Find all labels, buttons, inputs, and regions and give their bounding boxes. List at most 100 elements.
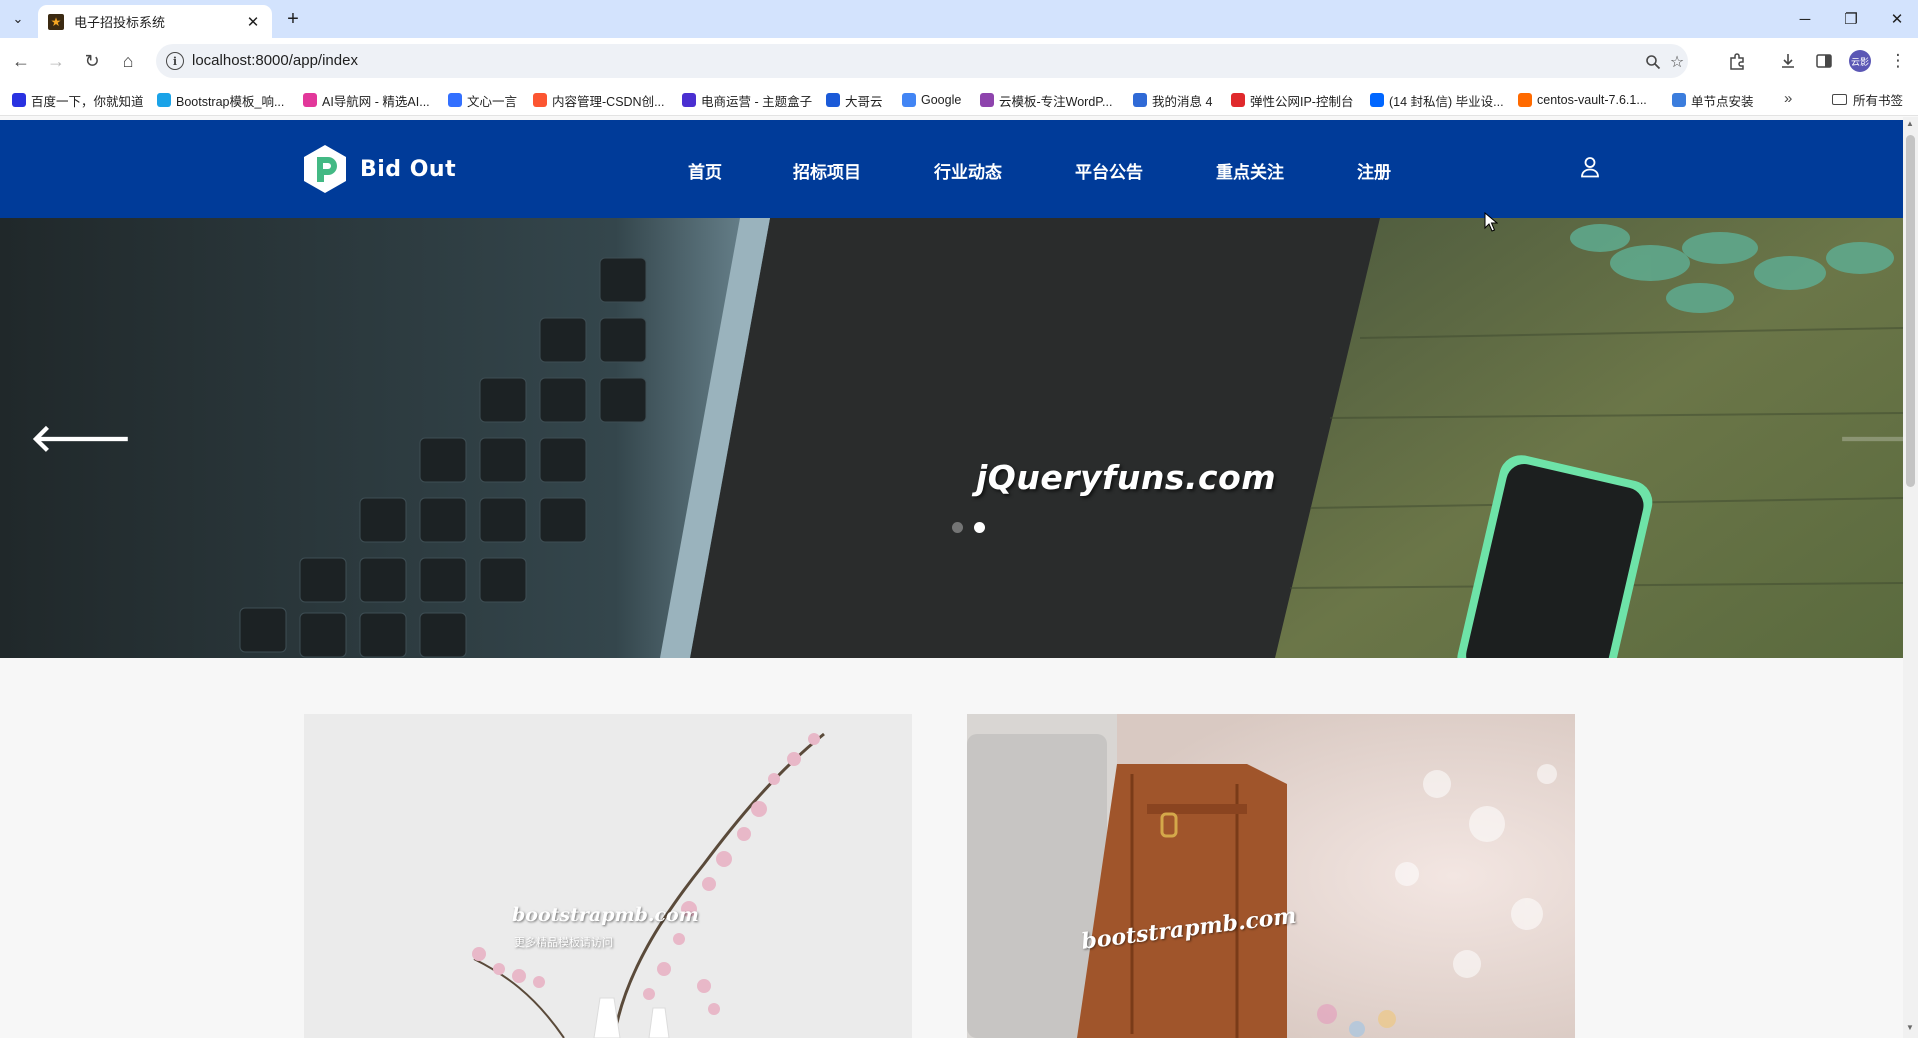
- bookmark-label: 云模板-专注WordP...: [999, 94, 1113, 109]
- bookmark-item[interactable]: 电商运营 - 主题盒子: [682, 90, 812, 110]
- baidu-icon: [12, 93, 26, 107]
- browser-toolbar: ← → ↻ ⌂ i localhost:8000/app/index ☆ 云影 …: [0, 38, 1918, 84]
- restore-button[interactable]: ❐: [1828, 0, 1874, 38]
- bookmark-label: 文心一言: [467, 94, 518, 109]
- wenxin-icon: [448, 93, 462, 107]
- zhihu-icon: [1370, 93, 1384, 107]
- bookmark-item[interactable]: 百度一下，你就知道: [12, 90, 144, 110]
- bookmark-item[interactable]: 文心一言: [448, 90, 517, 110]
- new-tab-button[interactable]: +: [280, 6, 306, 32]
- profile-avatar[interactable]: 云影: [1849, 50, 1871, 72]
- arrow-left-icon: ←: [12, 50, 30, 71]
- home-icon: ⌂: [122, 50, 134, 71]
- close-tab-icon[interactable]: ✕: [244, 13, 262, 31]
- carousel-next-icon[interactable]: 🡒: [1838, 420, 1903, 458]
- bookmark-label: centos-vault-7.6.1...: [1537, 93, 1647, 107]
- bookmark-item[interactable]: 我的消息 4: [1133, 90, 1212, 110]
- scroll-down-icon[interactable]: ▼: [1906, 1023, 1914, 1032]
- home-button[interactable]: ⌂: [114, 47, 142, 75]
- google-icon: [902, 93, 916, 107]
- bookmarks-bar: » 所有书签 百度一下，你就知道 Bootstrap模板_响... AI导航网 - …: [0, 84, 1918, 116]
- all-bookmarks-folder[interactable]: 所有书签: [1832, 90, 1903, 109]
- site-header: Bid Out 首页 招标项目 行业动态 平台公告 重点关注 注册: [0, 120, 1903, 218]
- bookmark-label: 大哥云: [845, 94, 883, 109]
- dage-cloud-icon: [826, 93, 840, 107]
- bookmark-star-icon[interactable]: ☆: [1666, 51, 1688, 73]
- card-1-watermark: bootstrapmb.com: [512, 904, 699, 926]
- card-1-sub: 更多精品模板请访问: [514, 936, 613, 949]
- layers-icon: [1672, 93, 1686, 107]
- bookmark-label: 弹性公网IP-控制台: [1250, 94, 1354, 109]
- tab-search-button[interactable]: ⌄: [6, 7, 30, 31]
- huawei-cloud-icon: [1231, 93, 1245, 107]
- bookmark-item[interactable]: AI导航网 - 精选AI...: [303, 90, 430, 110]
- site-logo[interactable]: Bid Out: [302, 144, 456, 194]
- all-bookmarks-label: 所有书签: [1853, 94, 1904, 108]
- download-icon[interactable]: [1776, 49, 1800, 73]
- nav-home[interactable]: 首页: [688, 158, 722, 183]
- bookmark-label: Bootstrap模板_响...: [176, 94, 285, 109]
- csdn-icon: [533, 93, 547, 107]
- nav-register[interactable]: 注册: [1357, 158, 1391, 183]
- site-info-icon[interactable]: i: [166, 52, 184, 70]
- page-scrollbar[interactable]: ▲ ▼: [1903, 117, 1918, 1038]
- bookmark-item[interactable]: 弹性公网IP-控制台: [1231, 90, 1353, 110]
- bookmark-label: 百度一下，你就知道: [31, 94, 144, 109]
- nav-industry-news[interactable]: 行业动态: [934, 158, 1002, 183]
- bookmark-label: (14 封私信) 毕业设...: [1389, 94, 1504, 109]
- bookmark-item[interactable]: 大哥云: [826, 90, 883, 110]
- bookmark-item[interactable]: 内容管理-CSDN创...: [533, 90, 665, 110]
- carousel-indicator-2[interactable]: [974, 522, 985, 533]
- bookmark-item[interactable]: (14 封私信) 毕业设...: [1370, 90, 1504, 110]
- bookmark-label: AI导航网 - 精选AI...: [322, 94, 430, 109]
- carousel-prev-icon[interactable]: 🡐: [30, 420, 132, 458]
- feature-card-1[interactable]: bootstrapmb.com 更多精品模板请访问: [304, 714, 912, 1038]
- feature-card-2[interactable]: bootstrapmb.com: [967, 714, 1575, 1038]
- extensions-icon[interactable]: [1725, 49, 1749, 73]
- scroll-up-icon[interactable]: ▲: [1906, 119, 1914, 128]
- bookmark-item[interactable]: 单节点安装: [1672, 90, 1754, 110]
- star-favicon-icon: ★: [48, 13, 64, 30]
- nav-bid-projects[interactable]: 招标项目: [793, 158, 861, 183]
- side-panel-icon[interactable]: [1812, 49, 1836, 73]
- hero-carousel: 🡐 🡒 jQueryfuns.com: [0, 218, 1903, 658]
- arrow-right-icon: →: [47, 50, 65, 71]
- aliyun-icon: [1518, 93, 1532, 107]
- reload-button[interactable]: ↻: [78, 47, 106, 75]
- nav-announcements[interactable]: 平台公告: [1075, 158, 1143, 183]
- browser-tab-active[interactable]: ★ 电子招投标系统 ✕: [38, 5, 272, 38]
- more-bookmarks-icon[interactable]: »: [1784, 90, 1792, 107]
- scroll-thumb[interactable]: [1906, 135, 1915, 487]
- user-icon[interactable]: [1580, 156, 1600, 178]
- reload-icon: ↻: [84, 50, 100, 71]
- logo-hexagon-icon: [302, 144, 348, 194]
- forward-button[interactable]: →: [42, 47, 70, 75]
- card-1-image: [304, 714, 912, 1038]
- zoom-icon[interactable]: [1642, 51, 1664, 73]
- bookmark-label: 电商运营 - 主题盒子: [701, 94, 813, 109]
- bookmark-label: 我的消息 4: [1152, 94, 1213, 109]
- chevron-down-icon: ⌄: [12, 11, 24, 26]
- hero-slide-image: [0, 218, 1903, 658]
- brand-name: Bid Out: [360, 156, 457, 182]
- browser-tab-strip: ⌄ ★ 电子招投标系统 ✕ + ─ ❐ ✕: [0, 0, 1918, 38]
- bookmark-item[interactable]: Google: [902, 90, 961, 110]
- close-window-button[interactable]: ✕: [1874, 0, 1918, 38]
- bookmark-item[interactable]: Bootstrap模板_响...: [157, 90, 284, 110]
- minimize-button[interactable]: ─: [1782, 0, 1828, 38]
- bookmark-item[interactable]: 云模板-专注WordP...: [980, 90, 1112, 110]
- nav-focus[interactable]: 重点关注: [1216, 158, 1284, 183]
- bookmark-item[interactable]: centos-vault-7.6.1...: [1518, 90, 1647, 110]
- address-bar[interactable]: i localhost:8000/app/index ☆: [156, 44, 1688, 78]
- theme-box-icon: [682, 93, 696, 107]
- bootstrap-icon: [157, 93, 171, 107]
- url-text[interactable]: localhost:8000/app/index: [192, 52, 358, 69]
- bookmark-label: 内容管理-CSDN创...: [552, 94, 665, 109]
- back-button[interactable]: ←: [7, 47, 35, 75]
- page-viewport: Bid Out 首页 招标项目 行业动态 平台公告 重点关注 注册 🡐 🡒 jQ…: [0, 117, 1918, 1038]
- mouse-cursor-icon: [1484, 212, 1498, 232]
- carousel-indicator-1[interactable]: [952, 522, 963, 533]
- ai-nav-icon: [303, 93, 317, 107]
- hero-watermark: jQueryfuns.com: [976, 458, 1277, 497]
- more-menu-icon[interactable]: ⋮: [1886, 49, 1910, 73]
